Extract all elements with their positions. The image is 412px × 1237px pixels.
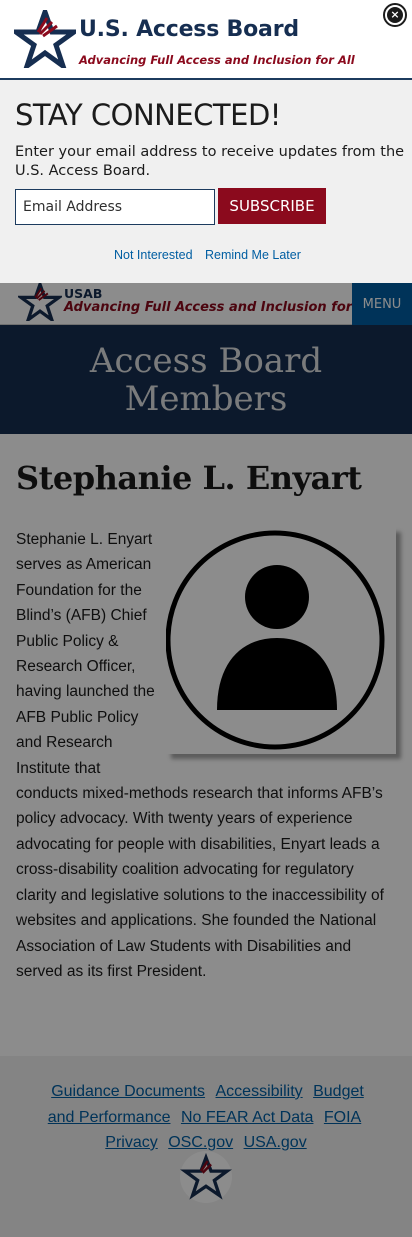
subscribe-button[interactable]: SUBSCRIBE: [218, 188, 326, 224]
modal-header: U.S. Access Board Advancing Full Access …: [0, 0, 412, 80]
star-logo-icon: [14, 10, 76, 68]
modal-backdrop[interactable]: [0, 283, 412, 1237]
modal-logo-tagline: Advancing Full Access and Inclusion for …: [79, 53, 355, 67]
not-interested-link[interactable]: Not Interested: [114, 248, 193, 262]
modal-heading: STAY CONNECTED!: [15, 98, 281, 132]
newsletter-modal: U.S. Access Board Advancing Full Access …: [0, 0, 412, 283]
remind-later-link[interactable]: Remind Me Later: [205, 248, 301, 262]
close-icon: ×: [387, 7, 403, 23]
modal-logo-title: U.S. Access Board: [79, 17, 299, 42]
modal-description: Enter your email address to receive upda…: [15, 144, 405, 179]
email-field[interactable]: [15, 189, 215, 225]
close-button[interactable]: ×: [383, 3, 407, 27]
